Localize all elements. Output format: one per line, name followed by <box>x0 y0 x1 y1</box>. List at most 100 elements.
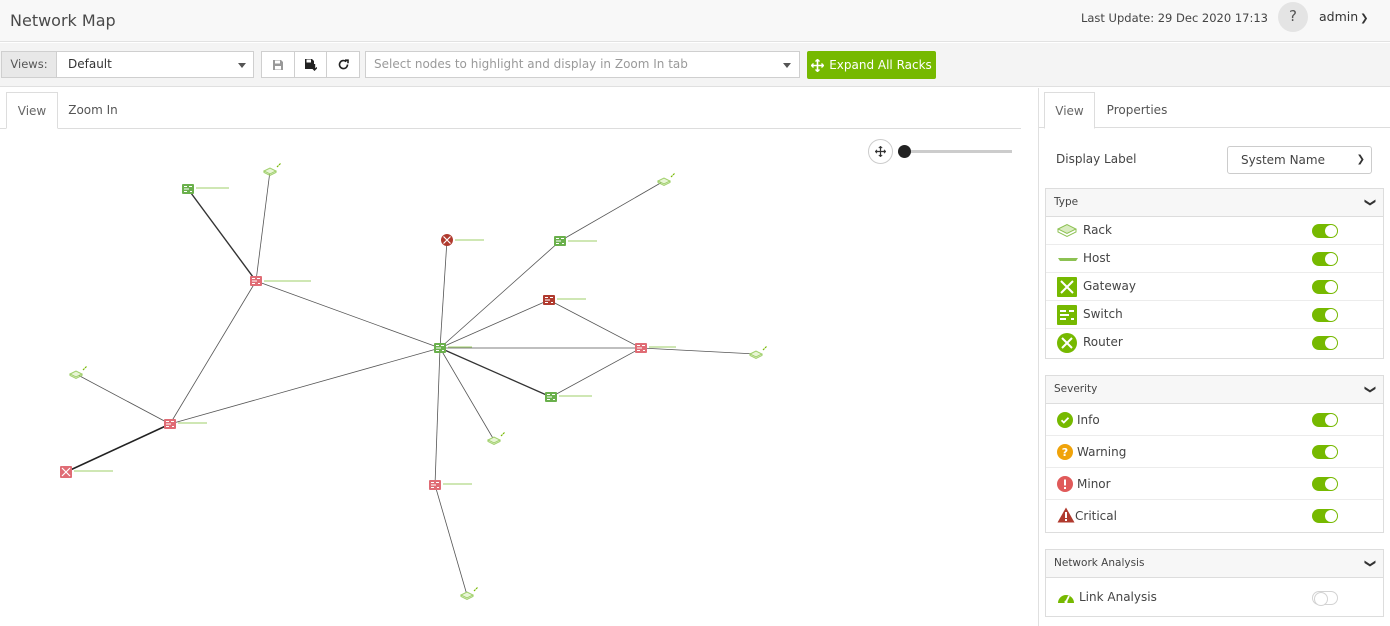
router-node[interactable] <box>441 234 453 246</box>
map-tabs: View Zoom In <box>0 92 1021 129</box>
critical-toggle[interactable] <box>1312 509 1338 523</box>
expand-all-racks-button[interactable]: Expand All Racks <box>807 51 936 79</box>
views-dropdown[interactable]: Views: Default <box>1 51 254 78</box>
save-as-icon <box>305 59 317 71</box>
node-highlight-select[interactable]: Select nodes to highlight and display in… <box>365 51 800 78</box>
rack-toggle[interactable] <box>1312 224 1338 238</box>
type-row-host: Host <box>1046 245 1383 273</box>
switch-node[interactable] <box>428 479 442 491</box>
gateway-toggle[interactable] <box>1312 280 1338 294</box>
properties-panel: View Properties Display Label System Nam… <box>1038 88 1390 626</box>
switch-node[interactable] <box>634 342 648 354</box>
network-analysis-section: Network Analysis ❯ Link Analysis <box>1045 549 1384 617</box>
last-update-text: Last Update: 29 Dec 2020 17:13 <box>1080 11 1268 25</box>
toolbar-button-group <box>261 51 360 78</box>
node-select-placeholder: Select nodes to highlight and display in… <box>374 57 688 71</box>
severity-section-header[interactable]: Severity ❯ <box>1046 376 1383 404</box>
type-section-title: Type <box>1054 196 1079 208</box>
severity-row-warning: ? Warning <box>1046 436 1383 468</box>
gateway-node[interactable] <box>60 466 72 478</box>
network-analysis-title: Network Analysis <box>1054 557 1145 569</box>
warning-icon: ? <box>1057 444 1073 460</box>
rack-node[interactable] <box>749 345 768 360</box>
info-toggle[interactable] <box>1312 413 1338 427</box>
tab-view[interactable]: View <box>6 92 58 129</box>
type-section: Type ❯ Rack Host Gateway Switch Router <box>1045 188 1384 359</box>
chevron-down-icon: ❯ <box>1363 197 1377 208</box>
rack-node[interactable] <box>460 586 479 601</box>
display-label-value: System Name <box>1241 153 1325 167</box>
rack-node[interactable] <box>657 172 676 187</box>
switch-node[interactable] <box>542 294 556 306</box>
info-icon <box>1057 412 1073 428</box>
graph-nodes <box>60 162 768 601</box>
minor-toggle[interactable] <box>1312 477 1338 491</box>
type-label-router: Router <box>1083 335 1123 349</box>
rack-node[interactable] <box>263 162 282 177</box>
refresh-button[interactable] <box>327 52 359 77</box>
user-name: admin <box>1319 9 1359 24</box>
node-label-marks <box>74 187 676 485</box>
link-analysis-toggle[interactable] <box>1312 591 1338 606</box>
display-label-select[interactable]: System Name ❯ <box>1227 146 1372 174</box>
expand-all-racks-label: Expand All Racks <box>829 58 932 72</box>
save-view-button[interactable] <box>262 52 295 77</box>
switch-node[interactable] <box>553 235 567 247</box>
type-label-host: Host <box>1083 251 1111 265</box>
switch-node[interactable] <box>163 418 177 430</box>
host-toggle[interactable] <box>1312 252 1338 266</box>
host-icon <box>1058 258 1078 261</box>
tab-zoom-in[interactable]: Zoom In <box>62 92 124 129</box>
network-graph[interactable] <box>0 130 1035 626</box>
app-header: Network Map Last Update: 29 Dec 2020 17:… <box>0 0 1390 42</box>
switch-node[interactable] <box>544 391 558 403</box>
rack-icon <box>1057 223 1077 238</box>
save-icon <box>272 59 283 70</box>
move-arrows-icon <box>811 58 825 72</box>
severity-row-minor: Minor <box>1046 468 1383 500</box>
router-icon <box>1057 333 1077 353</box>
switch-node[interactable] <box>433 342 447 354</box>
switch-icon <box>1057 305 1077 325</box>
severity-section: Severity ❯ Info ? Warning Minor Critical <box>1045 375 1384 533</box>
severity-row-info: Info <box>1046 404 1383 436</box>
user-menu[interactable]: admin ❯ <box>1319 9 1369 24</box>
chevron-down-icon: ❯ <box>1356 154 1365 165</box>
type-row-router: Router <box>1046 329 1383 358</box>
type-label-rack: Rack <box>1083 223 1112 237</box>
rack-node[interactable] <box>69 365 88 380</box>
minor-icon <box>1057 476 1073 492</box>
severity-label-critical: Critical <box>1075 509 1117 523</box>
router-toggle[interactable] <box>1312 336 1338 350</box>
switch-node[interactable] <box>181 183 195 195</box>
gateway-icon <box>1057 277 1077 297</box>
type-label-switch: Switch <box>1083 307 1123 321</box>
switch-node[interactable] <box>249 275 263 287</box>
svg-text:?: ? <box>1062 446 1068 459</box>
caret-down-icon <box>783 63 791 68</box>
chevron-down-icon: ❯ <box>1360 13 1369 24</box>
warning-toggle[interactable] <box>1312 445 1338 459</box>
network-analysis-header[interactable]: Network Analysis ❯ <box>1046 550 1383 578</box>
type-label-gateway: Gateway <box>1083 279 1137 293</box>
tab-panel-view[interactable]: View <box>1044 92 1095 129</box>
chevron-down-icon: ❯ <box>1363 384 1377 395</box>
network-row-link-analysis: Link Analysis <box>1046 578 1383 616</box>
switch-toggle[interactable] <box>1312 308 1338 322</box>
chevron-down-icon: ❯ <box>1363 558 1377 569</box>
save-as-view-button[interactable] <box>295 52 328 77</box>
type-section-header[interactable]: Type ❯ <box>1046 189 1383 217</box>
caret-down-icon <box>238 63 246 68</box>
panel-tabs: View Properties <box>1039 92 1390 129</box>
page-title: Network Map <box>10 11 116 30</box>
severity-section-title: Severity <box>1054 383 1098 395</box>
type-row-rack: Rack <box>1046 217 1383 245</box>
type-row-gateway: Gateway <box>1046 273 1383 301</box>
display-label-title: Display Label <box>1056 152 1137 166</box>
help-button[interactable]: ? <box>1278 2 1308 32</box>
severity-label-minor: Minor <box>1077 477 1111 491</box>
tab-properties[interactable]: Properties <box>1101 92 1173 129</box>
link-analysis-label: Link Analysis <box>1079 590 1157 604</box>
views-label: Views: <box>2 52 57 77</box>
severity-row-critical: Critical <box>1046 500 1383 532</box>
